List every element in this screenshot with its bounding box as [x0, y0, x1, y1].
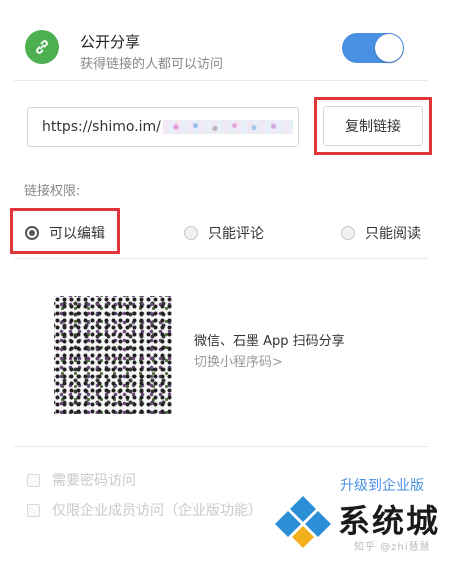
switch-miniprogram-code-link[interactable]: 切换小程序码> — [194, 351, 283, 370]
divider — [14, 80, 428, 81]
public-share-toggle[interactable] — [342, 33, 404, 63]
permission-option-edit[interactable]: 可以编辑 — [25, 222, 105, 244]
checkbox-icon[interactable] — [27, 503, 40, 517]
permission-option-comment[interactable]: 只能评论 — [184, 222, 264, 244]
require-password-option[interactable]: 需要密码访问 — [27, 470, 136, 490]
blurred-link-token — [162, 120, 293, 134]
copy-link-button[interactable]: 复制链接 — [323, 106, 423, 146]
radio-selected-icon[interactable] — [25, 226, 39, 240]
qr-code-image — [54, 296, 172, 414]
permission-option-label: 只能阅读 — [365, 226, 421, 242]
radio-icon[interactable] — [341, 226, 355, 240]
share-link-url: https://shimo.im/ — [42, 119, 161, 135]
enterprise-members-only-label: 仅限企业成员访问（企业版功能） — [52, 503, 262, 519]
share-link-icon — [25, 30, 59, 64]
enterprise-members-only-option[interactable]: 仅限企业成员访问（企业版功能） — [27, 500, 262, 520]
radio-icon[interactable] — [184, 226, 198, 240]
require-password-label: 需要密码访问 — [52, 473, 136, 489]
watermark-logo-icon — [275, 496, 331, 548]
permission-option-label: 可以编辑 — [49, 226, 105, 242]
public-share-title: 公开分享 — [80, 33, 141, 51]
share-link-field[interactable]: https://shimo.im/ — [27, 107, 299, 147]
copy-link-highlight: 复制链接 — [314, 97, 432, 155]
checkbox-icon[interactable] — [27, 473, 40, 487]
link-permission-label: 链接权限: — [24, 184, 81, 199]
toggle-knob — [375, 34, 403, 62]
permission-option-label: 只能评论 — [208, 226, 264, 242]
upgrade-enterprise-link[interactable]: 升级到企业版 — [340, 475, 424, 495]
watermark-subtext: 知乎 @zhi慧慧 — [354, 542, 431, 553]
divider — [14, 446, 428, 447]
public-share-subtitle: 获得链接的人都可以访问 — [80, 57, 224, 72]
qr-share-hint: 微信、石墨 App 扫码分享 — [194, 334, 345, 349]
copy-link-label: 复制链接 — [345, 119, 401, 135]
permission-option-read[interactable]: 只能阅读 — [341, 222, 421, 244]
watermark-text: 系统城 — [338, 502, 441, 540]
divider — [14, 258, 428, 259]
